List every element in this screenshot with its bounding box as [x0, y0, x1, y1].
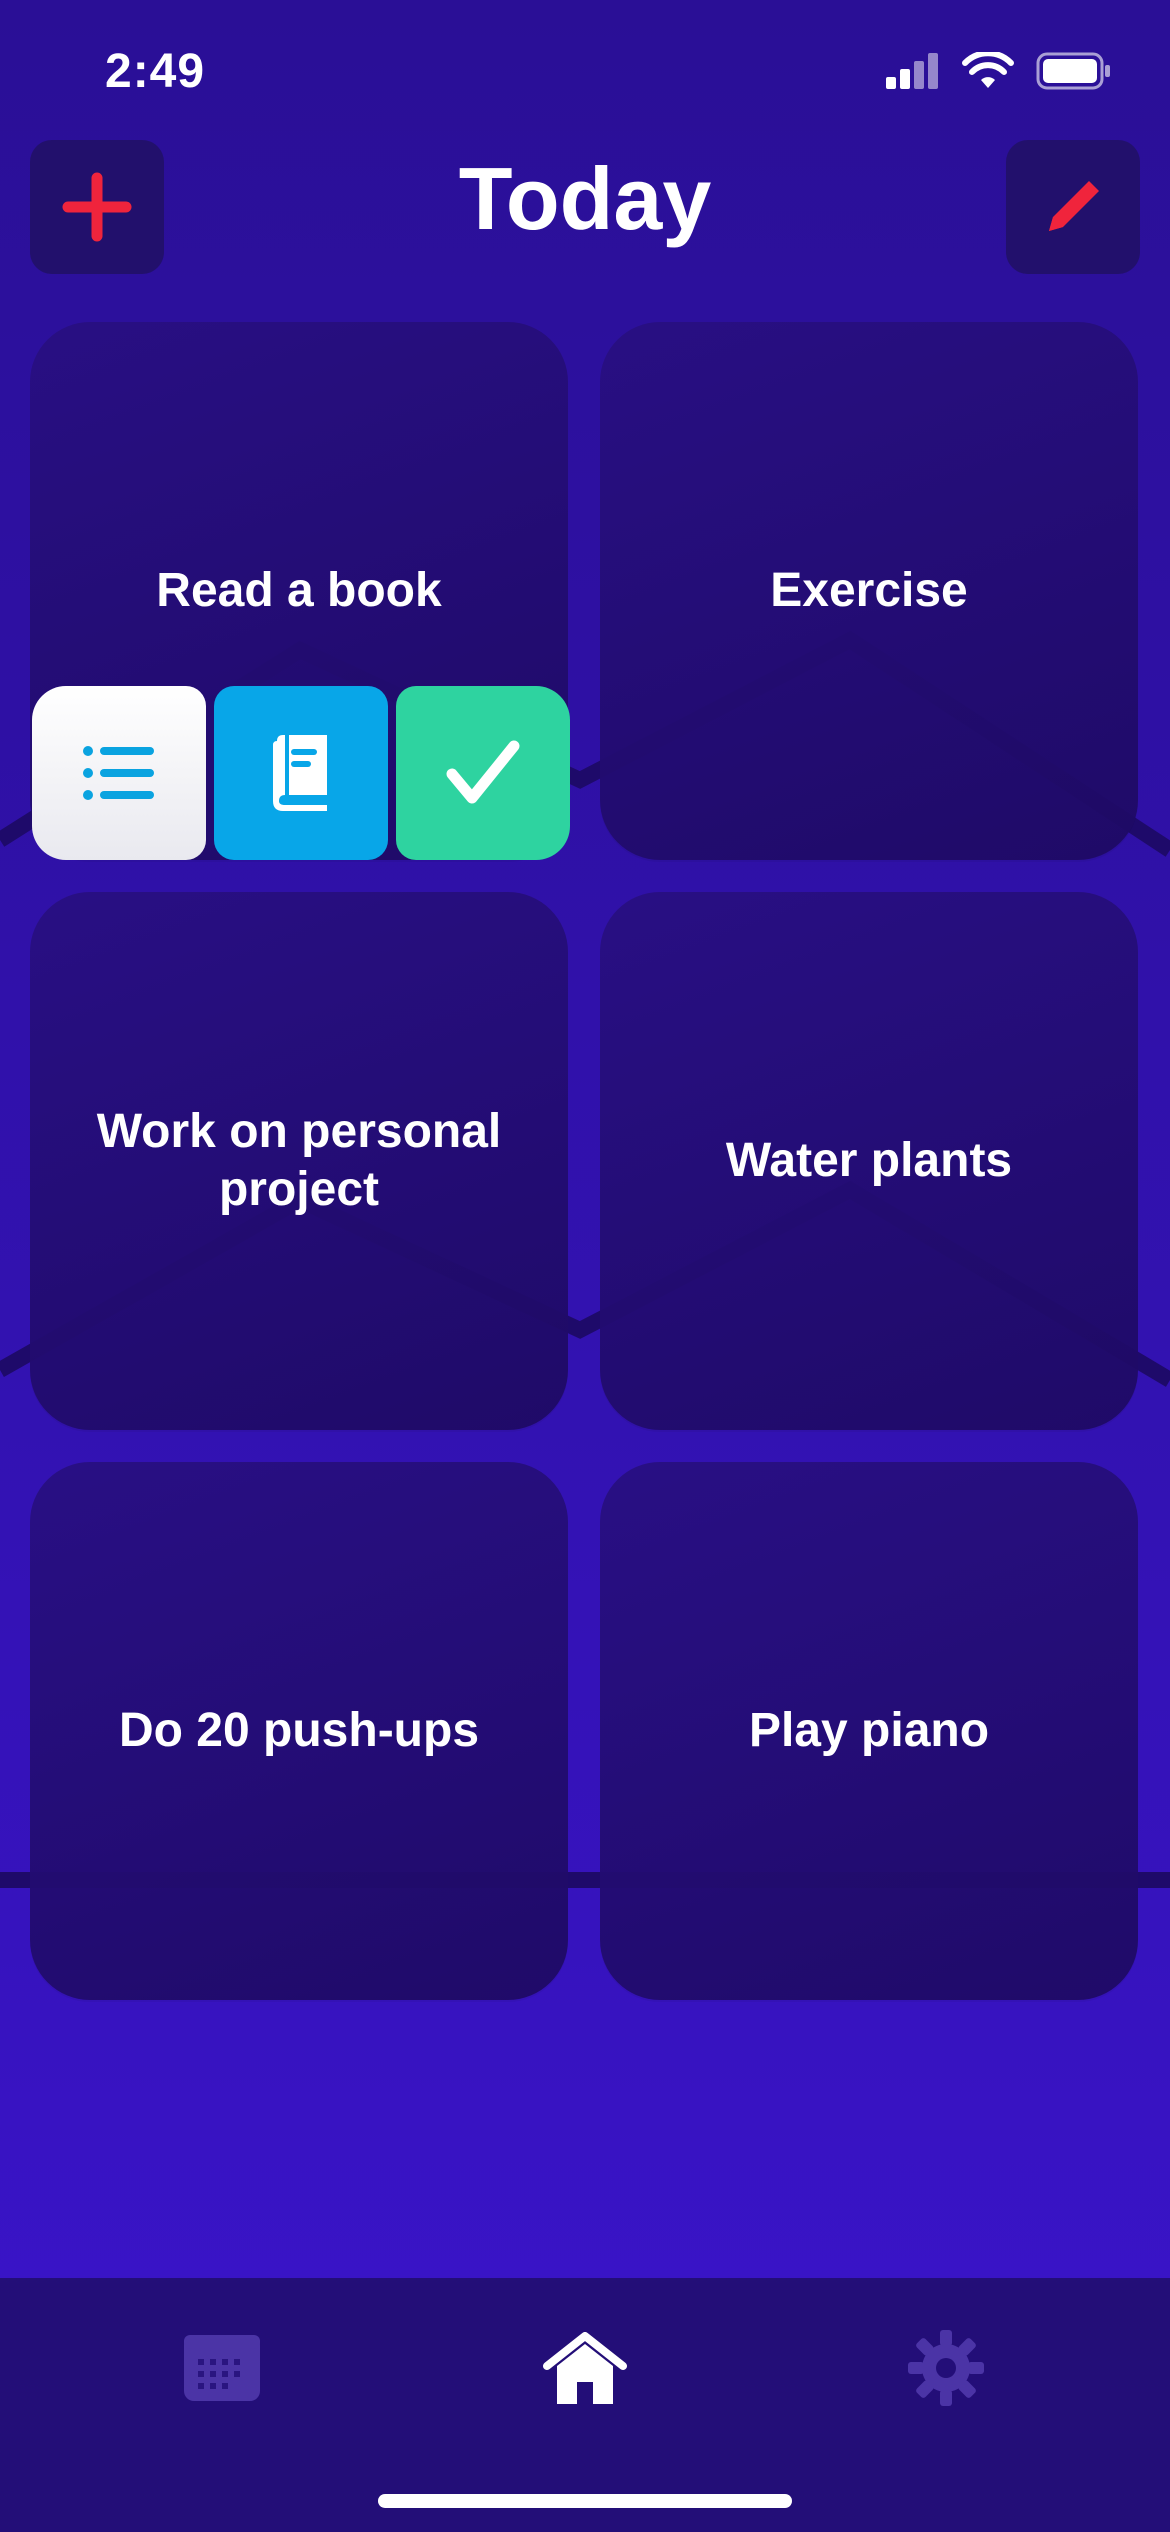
battery-icon [1036, 52, 1110, 90]
habit-card-exercise[interactable]: Exercise [600, 322, 1138, 860]
edit-button[interactable] [1006, 140, 1140, 274]
wifi-icon [962, 52, 1014, 88]
status-bar: 2:49 [0, 0, 1170, 140]
signal-icon [886, 53, 938, 89]
complete-action-button[interactable] [396, 686, 570, 860]
tab-settings[interactable] [896, 2318, 996, 2418]
habit-card-play-piano[interactable]: Play piano [600, 1462, 1138, 2000]
home-indicator[interactable] [378, 2494, 792, 2508]
habit-card-label: Read a book [156, 564, 442, 617]
tab-home[interactable] [535, 2318, 635, 2418]
list-icon [83, 746, 154, 800]
habit-card-label: Water plants [725, 1134, 1013, 1187]
habit-card-do-20-push-ups[interactable]: Do 20 push-ups [30, 1462, 568, 2000]
pencil-icon [1049, 181, 1099, 231]
habit-card-label: Work on personal project [96, 1105, 502, 1216]
book-icon [273, 735, 327, 811]
home-icon [543, 2332, 627, 2404]
tab-calendar[interactable] [172, 2318, 272, 2418]
page-title: Today [458, 149, 712, 248]
habit-card-label: Play piano [748, 1704, 990, 1757]
journal-action-button[interactable] [214, 686, 388, 860]
habit-card-label: Exercise [770, 564, 968, 617]
card-action-tray [32, 686, 570, 860]
habit-card-label: Do 20 push-ups [118, 1704, 480, 1757]
status-time: 2:49 [105, 45, 206, 98]
checkmark-icon [446, 740, 520, 804]
habit-card-work-on-personal-project[interactable]: Work on personal project [30, 892, 568, 1430]
gear-icon [908, 2330, 984, 2406]
habit-card-water-plants[interactable]: Water plants [600, 892, 1138, 1430]
calendar-icon [184, 2335, 260, 2401]
details-action-button[interactable] [32, 686, 206, 860]
